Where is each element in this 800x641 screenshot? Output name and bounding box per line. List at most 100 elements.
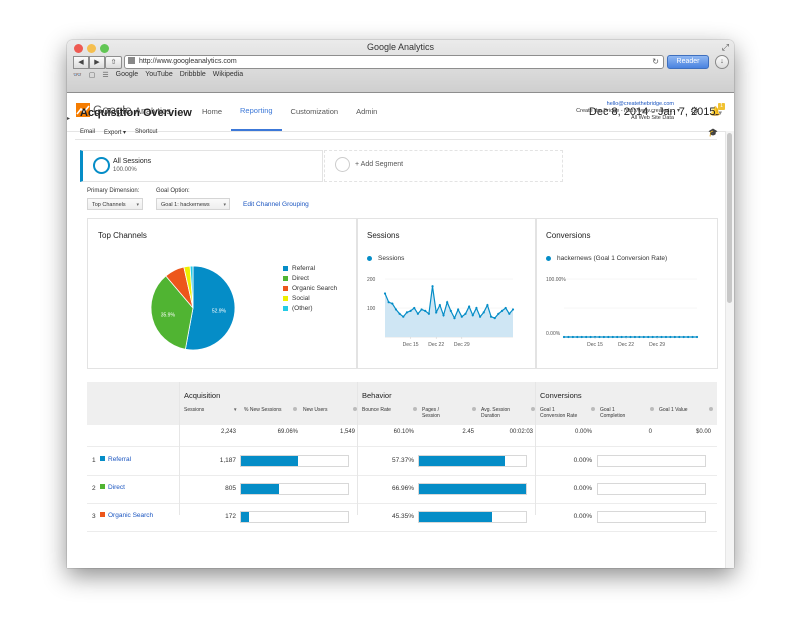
- sessions-panel: Sessions Sessions 200 100 Dec 15 Dec 22 Dec …: [356, 218, 537, 369]
- help-icon[interactable]: [709, 407, 713, 411]
- col-completion[interactable]: Goal 1 Completion: [600, 407, 636, 419]
- nav-home[interactable]: Home: [193, 93, 231, 131]
- col-bounce-rate[interactable]: Bounce Rate: [362, 407, 391, 413]
- total-bounce-rate: 60.10%: [393, 429, 414, 435]
- data-point: [457, 308, 460, 311]
- row-channel[interactable]: Referral: [97, 456, 131, 463]
- data-point: [442, 314, 445, 317]
- nav-customization[interactable]: Customization: [282, 93, 348, 131]
- segment-all-sessions[interactable]: All Sessions 100.00%: [80, 150, 323, 182]
- page-scrollbar[interactable]: [725, 131, 734, 568]
- data-point: [580, 335, 583, 339]
- sessions-area-chart[interactable]: 200 100 Dec 15 Dec 22 Dec 29: [367, 273, 517, 355]
- nav-reporting[interactable]: Reporting: [231, 93, 282, 131]
- data-point: [633, 335, 637, 339]
- help-icon[interactable]: [413, 407, 417, 411]
- channel-link[interactable]: Direct: [108, 484, 125, 491]
- help-icon[interactable]: [650, 407, 654, 411]
- data-point: [695, 335, 699, 339]
- url-bar[interactable]: http://www.googleanalytics.com ↻: [124, 55, 664, 69]
- col-new-sessions[interactable]: % New Sessions: [244, 407, 284, 413]
- chevron-down-icon: ▾: [223, 202, 226, 208]
- sessions-title: Sessions: [367, 231, 400, 240]
- primary-dimension-select[interactable]: Top Channels ▾: [87, 198, 143, 210]
- conversions-series-legend: hackernews (Goal 1 Conversion Rate): [546, 255, 667, 262]
- shortcut-button[interactable]: Shortcut: [135, 129, 157, 136]
- bookmark-google[interactable]: Google: [116, 71, 139, 79]
- data-point: [438, 304, 441, 307]
- education-icon[interactable]: 🎓: [708, 128, 718, 137]
- conv-bar: [597, 483, 706, 495]
- x-tick-label: Dec 29: [454, 342, 470, 348]
- bookmark-youtube[interactable]: YouTube: [145, 71, 173, 79]
- conversions-line-chart[interactable]: 100.00% 0.00% Dec 15 Dec 22 Dec 29: [546, 273, 701, 355]
- col-new-users[interactable]: New Users: [303, 407, 327, 413]
- row-bounce-rate: 66.96%: [391, 485, 414, 492]
- row-channel[interactable]: Organic Search: [97, 512, 153, 519]
- row-channel[interactable]: Direct: [97, 484, 125, 491]
- export-button[interactable]: Export ▾: [104, 129, 126, 136]
- row-sessions: 1,187: [219, 457, 236, 464]
- sidebar-toggle-icon[interactable]: ▸: [67, 115, 73, 127]
- data-point: [511, 308, 515, 311]
- nav-admin[interactable]: Admin: [347, 93, 386, 131]
- data-point: [691, 335, 694, 339]
- scrollbar-thumb[interactable]: [727, 133, 732, 303]
- share-button[interactable]: ⇧: [105, 56, 122, 69]
- row-conv-rate: 0.00%: [573, 457, 592, 464]
- forward-button[interactable]: ▶: [89, 56, 105, 69]
- bookmarks-bar: 👓 ▢ ☰ Google YouTube Dribbble Wikipedia: [73, 71, 243, 79]
- top-channels-pie-chart[interactable]: 52.9% 35.9%: [148, 263, 238, 353]
- top-sites-icon[interactable]: ☰: [102, 71, 108, 79]
- email-button[interactable]: Email: [80, 129, 95, 136]
- conv-bar: [597, 511, 706, 523]
- bookmark-dribbble[interactable]: Dribbble: [180, 71, 206, 79]
- col-conv-rate[interactable]: Goal 1 Conversion Rate: [540, 407, 580, 419]
- top-channels-panel: Top Channels 52.9% 35.9% Referral Direct Or…: [87, 218, 358, 369]
- downloads-icon[interactable]: ↓: [715, 55, 729, 69]
- sessions-series-legend: Sessions: [367, 255, 404, 262]
- sort-down-icon[interactable]: ▼: [233, 407, 237, 412]
- bookmarks-book-icon[interactable]: ▢: [89, 71, 96, 79]
- conversions-title: Conversions: [546, 231, 591, 240]
- table-row: 1 Referral 1,187 57.37% 0.00%: [87, 447, 717, 475]
- legend-item-social: Social: [283, 295, 337, 302]
- help-icon[interactable]: [591, 407, 595, 411]
- reload-icon[interactable]: ↻: [652, 56, 659, 68]
- channel-link[interactable]: Organic Search: [108, 512, 153, 519]
- goal-option-value: Goal 1: hackernews: [161, 202, 210, 208]
- channel-link[interactable]: Referral: [108, 456, 131, 463]
- data-point: [607, 335, 610, 339]
- data-point: [500, 309, 504, 312]
- help-icon[interactable]: [472, 407, 476, 411]
- url-text: http://www.googleanalytics.com: [139, 58, 237, 65]
- fullscreen-icon[interactable]: ⤢: [722, 42, 729, 53]
- data-point: [435, 311, 438, 314]
- add-segment-button[interactable]: + Add Segment: [324, 150, 563, 182]
- reading-list-icon[interactable]: 👓: [73, 71, 82, 79]
- back-button[interactable]: ◀: [73, 56, 89, 69]
- bookmark-wikipedia[interactable]: Wikipedia: [213, 71, 243, 79]
- col-avg-duration[interactable]: Avg. Session Duration: [481, 407, 525, 419]
- data-point: [449, 309, 452, 312]
- row-rank: 1: [92, 457, 96, 464]
- data-point: [460, 315, 463, 318]
- bounce-bar: [418, 511, 527, 523]
- edit-channel-grouping-link[interactable]: Edit Channel Grouping: [243, 201, 309, 208]
- data-point: [398, 312, 401, 315]
- page-title: Acquisition Overview: [80, 107, 192, 119]
- legend-swatch: [283, 266, 288, 271]
- total-new-sessions: 69.06%: [277, 429, 298, 435]
- col-goal-value[interactable]: Goal 1 Value: [659, 407, 688, 413]
- goal-option-select[interactable]: Goal 1: hackernews ▾: [156, 198, 230, 210]
- col-sessions[interactable]: Sessions: [184, 407, 204, 413]
- date-range-picker[interactable]: Dec 8, 2014 - Jan 7, 2015 ▾: [589, 106, 722, 118]
- data-point: [562, 335, 566, 339]
- help-icon[interactable]: [293, 407, 297, 411]
- reader-button[interactable]: Reader: [667, 55, 709, 69]
- total-completion: 0: [648, 429, 652, 435]
- x-tick-label: Dec 29: [649, 342, 665, 348]
- col-pages-session[interactable]: Pages / Session: [422, 407, 454, 419]
- empty-segment-circle-icon: [335, 157, 350, 172]
- data-point: [647, 335, 650, 339]
